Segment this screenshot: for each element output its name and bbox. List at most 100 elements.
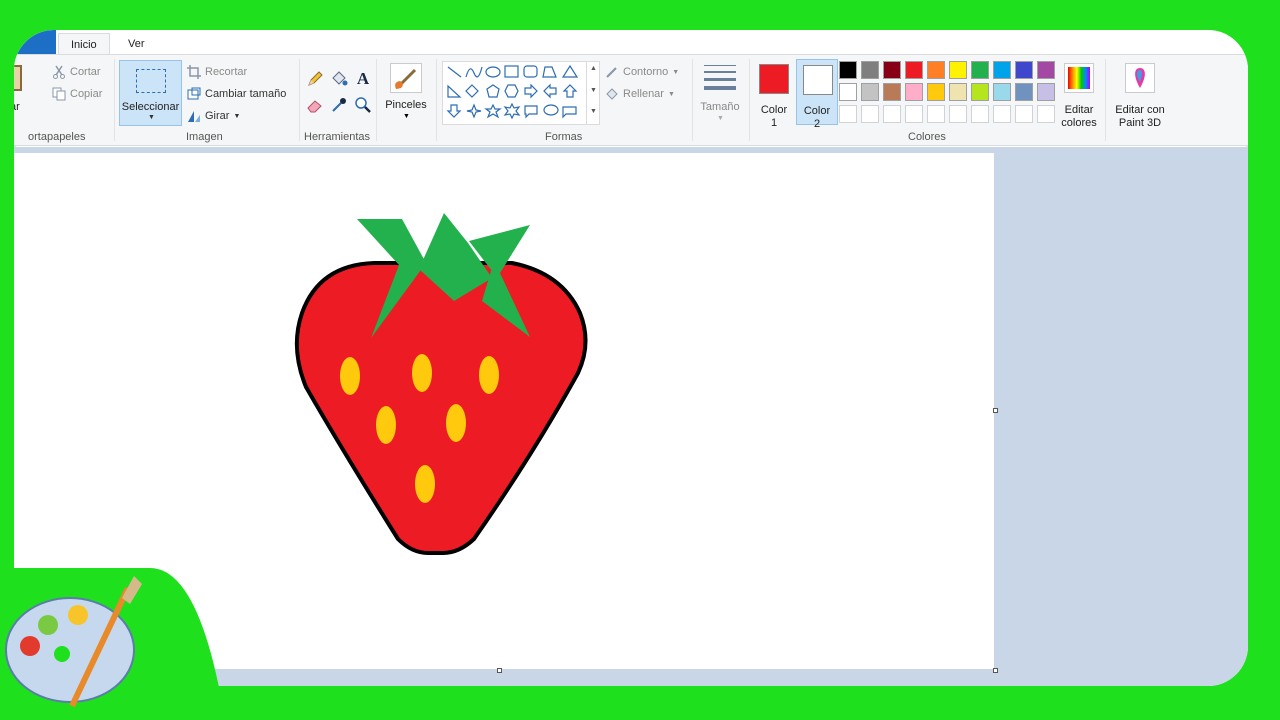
text-icon[interactable]: A	[353, 69, 373, 89]
paste-icon	[14, 65, 22, 91]
palette-swatch[interactable]	[839, 105, 857, 123]
separator	[376, 59, 377, 141]
chevron-down-icon: ▼	[672, 68, 680, 76]
color2-number: 2	[813, 118, 821, 130]
edit-colors-label-line2: colores	[1061, 117, 1097, 129]
pencil-icon[interactable]	[305, 69, 325, 89]
palette-swatch[interactable]	[971, 105, 989, 123]
clipboard-group-label: ortapapeles	[28, 131, 86, 143]
palette-swatch[interactable]	[927, 105, 945, 123]
scroll-up-icon[interactable]: ▲	[590, 65, 597, 72]
ribbon: ar Cortar Copiar ortapapeles Seleccionar…	[14, 54, 1248, 146]
rotate-button[interactable]: Girar ▼	[187, 107, 240, 125]
color2-swatch	[803, 65, 833, 95]
select-button[interactable]: Seleccionar ▼	[119, 60, 182, 126]
palette-swatch[interactable]	[1037, 83, 1055, 101]
palette-swatch[interactable]	[883, 83, 901, 101]
color1-label: Color	[760, 104, 788, 116]
copy-icon	[52, 87, 66, 101]
paint-palette-logo	[0, 568, 225, 720]
color-picker-icon[interactable]	[329, 95, 349, 115]
palette-swatch[interactable]	[905, 83, 923, 101]
shapes-grid[interactable]	[445, 63, 589, 125]
color2-button[interactable]: Color 2	[796, 59, 838, 130]
palette-swatch[interactable]	[883, 61, 901, 79]
palette-swatch[interactable]	[839, 83, 857, 101]
outline-icon	[605, 65, 619, 79]
resize-button[interactable]: Cambiar tamaño	[187, 85, 286, 103]
palette-swatch[interactable]	[1015, 83, 1033, 101]
shapes-gallery[interactable]	[442, 61, 600, 125]
resize-icon	[187, 87, 201, 101]
tab-home[interactable]: Inicio	[58, 33, 110, 54]
crop-label: Recortar	[205, 66, 248, 78]
palette-swatch[interactable]	[861, 61, 879, 79]
magnifier-icon[interactable]	[353, 95, 373, 115]
palette-swatch[interactable]	[927, 83, 945, 101]
shapes-scrollbar[interactable]: ▲ ▼ ▼	[586, 61, 600, 125]
rotate-label: Girar	[205, 110, 230, 122]
palette-swatch[interactable]	[971, 83, 989, 101]
cut-label: Cortar	[70, 66, 101, 78]
select-label: Seleccionar	[121, 101, 180, 113]
edit-colors-label-line1: Editar	[1064, 104, 1094, 116]
file-menu-button[interactable]	[14, 30, 56, 54]
eraser-icon[interactable]	[305, 95, 325, 115]
palette-swatch[interactable]	[905, 61, 923, 79]
palette-swatch[interactable]	[1015, 105, 1033, 123]
palette-swatch[interactable]	[1037, 61, 1055, 79]
palette-swatch[interactable]	[949, 105, 967, 123]
palette-swatch[interactable]	[883, 105, 901, 123]
palette-swatch[interactable]	[861, 83, 879, 101]
chevron-down-icon: ▼	[667, 90, 675, 98]
tab-view[interactable]: Ver	[116, 33, 157, 54]
palette-swatch[interactable]	[993, 105, 1011, 123]
color1-button[interactable]: Color 1	[753, 59, 795, 129]
brushes-button[interactable]: Pinceles ▼	[382, 59, 430, 125]
image-group-label: Imagen	[186, 131, 223, 143]
chevron-down-icon: ▼	[233, 112, 241, 120]
paste-label: ar	[14, 101, 20, 113]
color1-swatch	[759, 64, 789, 94]
fill-bucket-icon[interactable]	[329, 69, 349, 89]
resize-handle-right[interactable]	[993, 408, 998, 413]
palette-swatch[interactable]	[1037, 105, 1055, 123]
palette-swatch[interactable]	[905, 105, 923, 123]
fill-button[interactable]: Rellenar ▼	[605, 85, 675, 103]
outline-button[interactable]: Contorno ▼	[605, 63, 679, 81]
cut-button[interactable]: Cortar	[52, 63, 101, 81]
resize-label: Cambiar tamaño	[205, 88, 287, 100]
size-label: Tamaño	[700, 101, 740, 113]
copy-button[interactable]: Copiar	[52, 85, 102, 103]
separator	[692, 59, 693, 141]
copy-label: Copiar	[70, 88, 103, 100]
separator	[114, 59, 115, 141]
palette-swatch[interactable]	[971, 61, 989, 79]
palette-swatch[interactable]	[1015, 61, 1033, 79]
palette-swatch[interactable]	[927, 61, 945, 79]
chevron-down-icon: ▼	[403, 113, 410, 120]
brushes-label: Pinceles	[385, 99, 427, 111]
crop-button[interactable]: Recortar	[187, 63, 247, 81]
paste-button[interactable]: ar	[14, 61, 40, 127]
palette-swatch[interactable]	[949, 61, 967, 79]
palette-swatch[interactable]	[861, 105, 879, 123]
resize-handle-corner[interactable]	[993, 668, 998, 673]
size-button[interactable]: Tamaño ▼	[697, 59, 743, 125]
scissors-icon	[52, 65, 66, 79]
palette-swatch[interactable]	[993, 83, 1011, 101]
separator	[436, 59, 437, 141]
palette-swatch[interactable]	[949, 83, 967, 101]
resize-handle-bottom[interactable]	[497, 668, 502, 673]
palette-swatch[interactable]	[839, 61, 857, 79]
fill-label: Rellenar	[623, 88, 664, 100]
chevron-down-icon[interactable]: ▼	[148, 114, 155, 121]
colors-group-label: Colores	[908, 131, 946, 143]
crop-icon	[187, 65, 201, 79]
outline-label: Contorno	[623, 66, 669, 78]
paint3d-icon	[1125, 63, 1155, 93]
scroll-down-icon[interactable]: ▼	[590, 87, 597, 94]
fill-icon	[605, 87, 619, 101]
expand-icon[interactable]: ▼	[590, 108, 597, 115]
palette-swatch[interactable]	[993, 61, 1011, 79]
